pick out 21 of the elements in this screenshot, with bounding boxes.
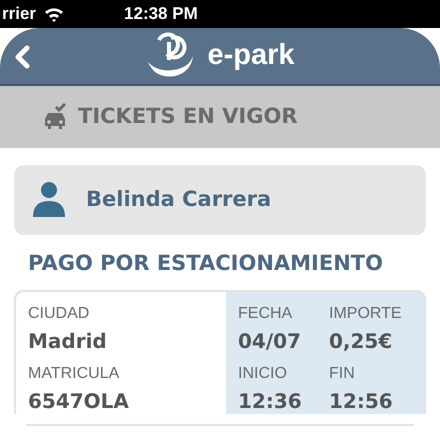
user-icon — [32, 181, 66, 219]
field-value: 12:56 — [329, 388, 394, 414]
carrier-name: rrier — [2, 3, 36, 26]
field-label: CIUDAD — [28, 304, 90, 324]
field-value: 0,25€ — [329, 328, 394, 354]
app-title: e-park — [207, 38, 295, 74]
field-label: FIN — [329, 364, 356, 384]
status-time: 12:38 PM — [124, 3, 198, 26]
field-value: 04/07 — [238, 328, 302, 354]
field-value: 12:36 — [238, 388, 303, 414]
field-value: Madrid — [28, 328, 108, 354]
field-label: INICIO — [238, 364, 288, 384]
field-label: IMPORTE — [329, 304, 403, 324]
ticket-title: PAGO POR ESTACIONAMIENTO — [28, 250, 384, 277]
user-name: Belinda Carrera — [86, 186, 272, 214]
field-value: 6547OLA — [28, 388, 130, 414]
section-title: TICKETS EN VIGOR — [78, 103, 298, 130]
back-icon[interactable] — [13, 45, 31, 69]
field-label: FECHA — [238, 304, 294, 324]
wifi-icon — [44, 6, 64, 22]
field-label: MATRICULA — [28, 364, 120, 384]
